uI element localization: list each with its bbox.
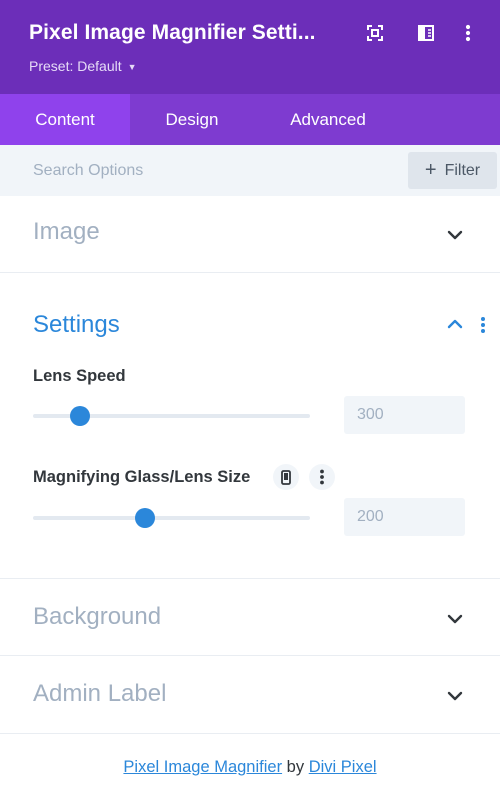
preset-dropdown[interactable]: Preset: Default ▼	[29, 58, 137, 74]
toggle-background[interactable]: Background	[0, 579, 500, 656]
tab-design[interactable]: Design	[130, 94, 254, 145]
chevron-down-icon[interactable]	[447, 614, 463, 624]
more-vertical-icon[interactable]	[309, 464, 335, 490]
toggle-title-settings[interactable]: Settings	[33, 311, 120, 339]
toggle-image[interactable]: Image	[0, 196, 500, 273]
chevron-up-icon[interactable]	[447, 319, 463, 329]
plugin-link[interactable]: Pixel Image Magnifier	[123, 758, 282, 776]
toggle-admin-label[interactable]: Admin Label	[0, 656, 500, 734]
more-vertical-icon[interactable]	[457, 22, 479, 44]
toggle-title-image[interactable]: Image	[33, 218, 100, 246]
footer-by-text: by	[286, 758, 305, 776]
slider-thumb[interactable]	[70, 406, 91, 426]
toggle-settings: Settings Lens Speed Magnifying Glass/Len…	[0, 273, 500, 579]
plus-icon: +	[424, 158, 437, 181]
filter-button[interactable]: + Filter	[408, 152, 497, 189]
chevron-down-icon[interactable]	[447, 230, 463, 240]
tab-content[interactable]: Content	[0, 94, 130, 145]
lens-speed-input[interactable]	[344, 396, 465, 434]
field-label-lens-speed: Lens Speed	[33, 367, 126, 385]
sidebar-layout-icon[interactable]	[415, 22, 437, 44]
chevron-down-icon[interactable]	[447, 691, 463, 701]
field-label-lens-size: Magnifying Glass/Lens Size	[33, 468, 251, 486]
modal-title: Pixel Image Magnifier Setti...	[29, 21, 316, 44]
phone-icon[interactable]	[273, 464, 299, 490]
slider-thumb[interactable]	[135, 508, 156, 528]
tab-bar: Content Design Advanced	[0, 94, 500, 145]
toggle-title-background[interactable]: Background	[33, 603, 161, 631]
lens-size-slider[interactable]	[33, 508, 310, 528]
caret-down-icon: ▼	[127, 61, 137, 72]
preset-label: Preset: Default	[29, 58, 122, 74]
modal-header: Pixel Image Magnifier Setti... Preset: D…	[0, 0, 500, 94]
filter-label: Filter	[444, 161, 481, 179]
toggle-title-admin-label[interactable]: Admin Label	[33, 680, 166, 708]
fullscreen-icon[interactable]	[364, 22, 386, 44]
author-link[interactable]: Divi Pixel	[309, 758, 377, 776]
search-input[interactable]	[33, 145, 393, 196]
lens-speed-slider[interactable]	[33, 406, 310, 426]
more-vertical-icon[interactable]	[480, 316, 486, 334]
lens-size-input[interactable]	[344, 498, 465, 536]
tab-advanced[interactable]: Advanced	[254, 94, 402, 145]
footer-credit: Pixel Image Magnifier by Divi Pixel	[0, 758, 500, 777]
